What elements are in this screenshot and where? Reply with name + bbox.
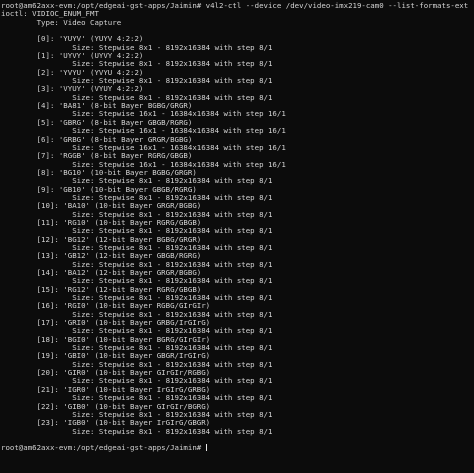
terminal-line: Size: Stepwise 8x1 - 8192x16384 with ste… xyxy=(1,60,273,69)
terminal-line: Size: Stepwise 8x1 - 8192x16384 with ste… xyxy=(1,360,273,369)
text-cursor xyxy=(205,444,207,452)
terminal-line: Size: Stepwise 8x1 - 8192x16384 with ste… xyxy=(1,243,273,252)
terminal-line: ioctl: VIDIOC_ENUM_FMT xyxy=(1,10,99,19)
terminal-line: [16]: 'RGI0' (10-bit Bayer RGBG/GIrGIr) xyxy=(1,302,211,311)
terminal-line: Size: Stepwise 8x1 - 8192x16384 with ste… xyxy=(1,344,273,353)
terminal-line: Size: Stepwise 8x1 - 8192x16384 with ste… xyxy=(1,427,273,436)
terminal-window[interactable]: root@am62axx-evm:/opt/edgeai-gst-apps/Ja… xyxy=(0,0,474,473)
terminal-line: [4]: 'BA81' (8-bit Bayer BGBG/GRGR) xyxy=(1,102,193,111)
terminal-line: Size: Stepwise 8x1 - 8192x16384 with ste… xyxy=(1,310,273,319)
terminal-line: [5]: 'GBRG' (8-bit Bayer GBGB/RGRG) xyxy=(1,118,193,127)
prompt-text: root@am62axx-evm:/opt/edgeai-gst-apps/Ja… xyxy=(1,443,206,453)
terminal-line: root@am62axx-evm:/opt/edgeai-gst-apps/Ja… xyxy=(1,2,469,10)
terminal-line: Size: Stepwise 8x1 - 8192x16384 with ste… xyxy=(1,210,273,219)
terminal-line: [8]: 'BG10' (10-bit Bayer BGBG/GRGR) xyxy=(1,168,197,177)
prompt-line[interactable]: root@am62axx-evm:/opt/edgeai-gst-apps/Ja… xyxy=(1,444,474,452)
terminal-line: Size: Stepwise 8x1 - 8192x16384 with ste… xyxy=(1,377,273,386)
terminal-line: [21]: 'IGR0' (10-bit Bayer IrGIrG/GRBG) xyxy=(1,385,211,394)
terminal-line: [3]: 'VYUY' (VYUY 4:2:2) xyxy=(1,85,144,94)
terminal-line: Size: Stepwise 8x1 - 8192x16384 with ste… xyxy=(1,410,273,419)
terminal-line: Size: Stepwise 8x1 - 8192x16384 with ste… xyxy=(1,294,273,303)
terminal-line: Size: Stepwise 16x1 - 16384x16384 with s… xyxy=(1,127,286,136)
terminal-line: [6]: 'GRBG' (8-bit Bayer GRGR/BGBG) xyxy=(1,135,193,144)
terminal-line: Size: Stepwise 8x1 - 8192x16384 with ste… xyxy=(1,327,273,336)
terminal-line: [12]: 'BG12' (12-bit Bayer BGBG/GRGR) xyxy=(1,235,202,244)
terminal-line: [9]: 'GB10' (10-bit Bayer GBGB/RGRG) xyxy=(1,185,197,194)
terminal-line: Size: Stepwise 8x1 - 8192x16384 with ste… xyxy=(1,77,273,86)
terminal-line: Size: Stepwise 8x1 - 8192x16384 with ste… xyxy=(1,260,273,269)
terminal-line: Size: Stepwise 8x1 - 8192x16384 with ste… xyxy=(1,193,273,202)
terminal-line: Size: Stepwise 16x1 - 16384x16384 with s… xyxy=(1,110,286,119)
terminal-line: [0]: 'YUYV' (YUYV 4:2:2) xyxy=(1,35,144,44)
terminal-line: Size: Stepwise 16x1 - 16384x16384 with s… xyxy=(1,160,286,169)
terminal-line: [20]: 'GIR0' (10-bit Bayer GIrGIr/RGBG) xyxy=(1,369,211,378)
terminal-line: Size: Stepwise 8x1 - 8192x16384 with ste… xyxy=(1,277,273,286)
terminal-line: [15]: 'RG12' (12-bit Bayer RGRG/GBGB) xyxy=(1,285,202,294)
terminal-line: [23]: 'IGB0' (10-bit Bayer IrGIrG/GBGR) xyxy=(1,419,211,428)
terminal-line: [14]: 'BA12' (12-bit Bayer GRGR/BGBG) xyxy=(1,269,202,277)
terminal-line: [18]: 'BGI0' (10-bit Bayer BGRG/GIrGIr) xyxy=(1,335,211,344)
terminal-line: [10]: 'BA10' (10-bit Bayer GRGR/BGBG) xyxy=(1,202,202,211)
terminal-line: Size: Stepwise 16x1 - 16384x16384 with s… xyxy=(1,143,286,152)
terminal-line: [2]: 'YVYU' (YVYU 4:2:2) xyxy=(1,68,144,77)
terminal-output: root@am62axx-evm:/opt/edgeai-gst-apps/Ja… xyxy=(1,2,474,444)
terminal-line: Size: Stepwise 8x1 - 8192x16384 with ste… xyxy=(1,227,273,236)
terminal-line: [17]: 'GRI0' (10-bit Bayer GRBG/IrGIrG) xyxy=(1,319,211,328)
terminal-line: Size: Stepwise 8x1 - 8192x16384 with ste… xyxy=(1,394,273,403)
terminal-line: Size: Stepwise 8x1 - 8192x16384 with ste… xyxy=(1,93,273,102)
terminal-line: [19]: 'GBI0' (10-bit Bayer GBGR/IrGIrG) xyxy=(1,352,211,361)
terminal-line: Size: Stepwise 8x1 - 8192x16384 with ste… xyxy=(1,43,273,52)
terminal-line: [7]: 'RGGB' (8-bit Bayer RGRG/GBGB) xyxy=(1,152,193,161)
terminal-line: [22]: 'GIB0' (10-bit Bayer GIrGIr/BGRG) xyxy=(1,402,211,411)
terminal-line: [11]: 'RG10' (10-bit Bayer RGRG/GBGB) xyxy=(1,218,202,227)
terminal-line: [1]: 'UYVY' (UYVY 4:2:2) xyxy=(1,52,144,61)
terminal-line: Size: Stepwise 8x1 - 8192x16384 with ste… xyxy=(1,177,273,186)
terminal-line: [13]: 'GB12' (12-bit Bayer GBGB/RGRG) xyxy=(1,252,202,261)
terminal-line: Type: Video Capture xyxy=(1,18,122,27)
